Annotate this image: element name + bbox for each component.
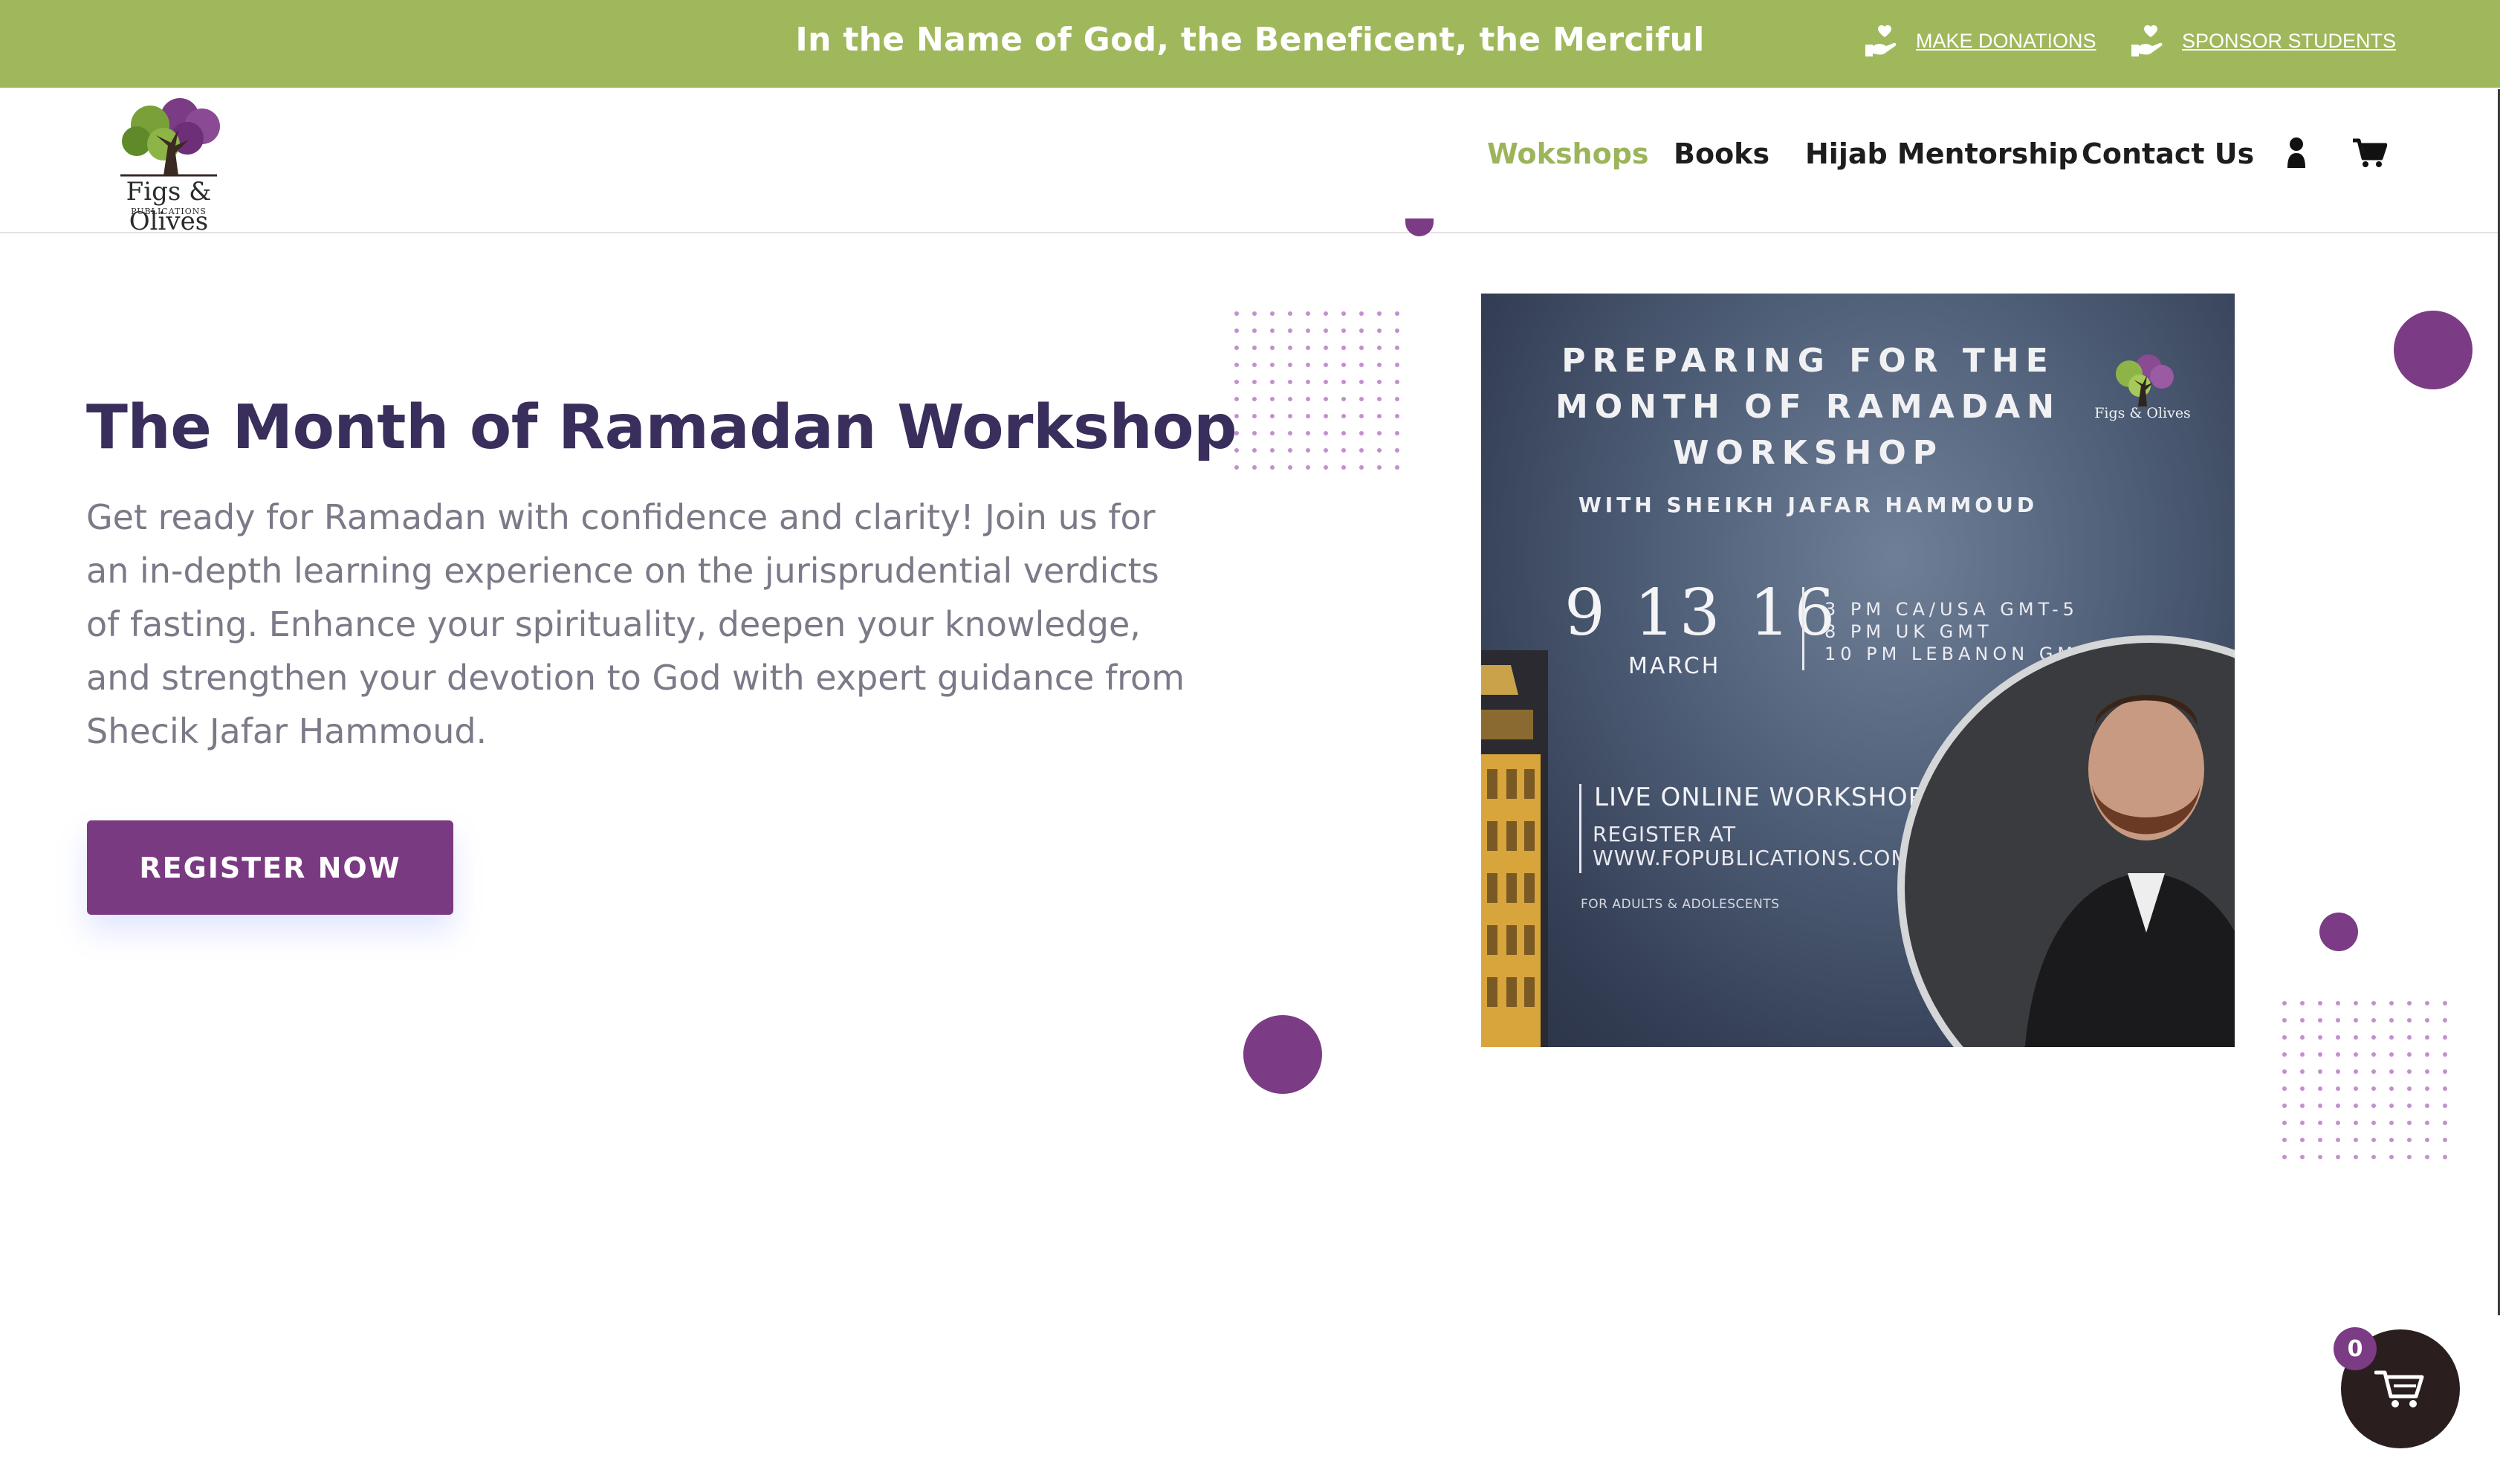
decorative-circle bbox=[1243, 1015, 1322, 1094]
poster-dates: 9 13 16 bbox=[1564, 576, 1840, 650]
nav-books[interactable]: Books bbox=[1674, 137, 1769, 170]
nav-hijab-mentorship[interactable]: Hijab Mentorship bbox=[1805, 137, 2078, 170]
tree-logo-icon bbox=[2116, 354, 2174, 406]
poster-logo-text: Figs & Olives bbox=[2094, 405, 2191, 421]
poster-register-info: REGISTER AT WWW.FOPUBLICATIONS.COM bbox=[1593, 823, 1910, 870]
hand-heart-icon bbox=[1865, 25, 1897, 56]
sponsor-students-label: SPONSOR STUDENTS bbox=[2182, 29, 2397, 52]
sponsor-students-link[interactable]: SPONSOR STUDENTS bbox=[2128, 22, 2396, 59]
decorative-circle bbox=[2319, 913, 2358, 951]
poster-audience: FOR ADULTS & ADOLESCENTS bbox=[1581, 897, 1780, 912]
poster-divider bbox=[1802, 587, 1804, 670]
poster-register-line: WWW.FOPUBLICATIONS.COM bbox=[1593, 846, 1910, 870]
dot-grid-decoration bbox=[1234, 311, 1405, 482]
site-logo[interactable]: Figs & Olives PUBLICATIONS bbox=[91, 88, 247, 236]
dot-grid-decoration bbox=[2282, 1000, 2452, 1171]
poster-live-label: LIVE ONLINE WORKSHOP bbox=[1594, 782, 1925, 812]
logo-subtitle: PUBLICATIONS bbox=[131, 207, 207, 216]
cart-icon[interactable] bbox=[2353, 138, 2387, 168]
register-now-button[interactable]: REGISTER NOW bbox=[87, 820, 453, 915]
cart-icon bbox=[2374, 1370, 2424, 1407]
poster-title: PREPARING FOR THE MONTH OF RAMADAN WORKS… bbox=[1481, 338, 2135, 476]
poster-register-line: REGISTER AT bbox=[1593, 822, 1737, 846]
workshop-poster: PREPARING FOR THE MONTH OF RAMADAN WORKS… bbox=[1481, 294, 2235, 1047]
announcement-text: In the Name of God, the Beneficent, the … bbox=[795, 21, 1705, 59]
decorative-circle bbox=[1405, 218, 1434, 236]
tree-logo-icon bbox=[120, 98, 220, 177]
hand-heart-icon bbox=[2131, 25, 2163, 56]
make-donations-link[interactable]: MAKE DONATIONS bbox=[1862, 22, 2096, 59]
make-donations-label: MAKE DONATIONS bbox=[1916, 29, 2096, 52]
poster-time: 3 PM CA/USA GMT-5 bbox=[1824, 599, 2079, 620]
decorative-circle bbox=[2394, 311, 2473, 389]
hero-title: The Month of Ramadan Workshop bbox=[86, 392, 1237, 463]
presenter-photo bbox=[1897, 635, 2235, 1047]
poster-logo: Figs & Olives bbox=[2091, 347, 2195, 429]
nav-workshops[interactable]: Wokshops bbox=[1487, 137, 1649, 170]
poster-title-line: MONTH OF RAMADAN bbox=[1555, 388, 2062, 426]
announcement-bar: In the Name of God, the Beneficent, the … bbox=[0, 0, 2500, 88]
poster-title-line: PREPARING FOR THE bbox=[1561, 342, 2055, 380]
nav-contact-us[interactable]: Contact Us bbox=[2082, 137, 2254, 170]
poster-divider bbox=[1579, 784, 1581, 873]
poster-title-line: WORKSHOP bbox=[1672, 434, 1944, 472]
cart-count-badge: 0 bbox=[2334, 1327, 2377, 1370]
poster-month: MARCH bbox=[1628, 653, 1721, 679]
poster-presenter: WITH SHEIKH JAFAR HAMMOUD bbox=[1578, 493, 2038, 517]
user-icon[interactable] bbox=[2286, 137, 2307, 169]
lantern-image bbox=[1481, 650, 1548, 1047]
hero-description: Get ready for Ramadan with confidence an… bbox=[86, 497, 1185, 751]
